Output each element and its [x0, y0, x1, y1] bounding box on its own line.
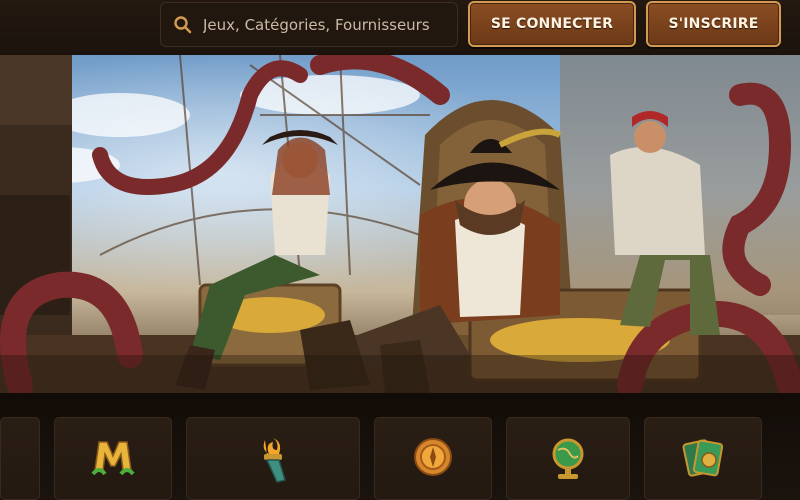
category-tile-cards[interactable]: [644, 417, 762, 500]
top-bar: SE CONNECTER S'INSCRIRE: [0, 0, 800, 54]
search-bar[interactable]: [160, 2, 458, 47]
category-tile-partial[interactable]: [0, 417, 40, 500]
pirate-scene-illustration: [0, 55, 800, 393]
category-tile-globe[interactable]: [506, 417, 630, 500]
search-icon: [174, 15, 192, 33]
search-input[interactable]: [201, 14, 455, 35]
category-tile-torch[interactable]: [186, 417, 360, 500]
coin-icon: [414, 438, 452, 476]
torch-icon: [263, 438, 286, 483]
login-button[interactable]: SE CONNECTER: [468, 1, 636, 47]
signup-button[interactable]: S'INSCRIRE: [646, 1, 781, 47]
category-tile-coin[interactable]: [374, 417, 492, 500]
globe-icon: [552, 438, 584, 479]
hero-banner[interactable]: [0, 55, 800, 393]
category-strip: [0, 393, 800, 500]
m-emblem-icon: [91, 441, 135, 476]
category-tile-m-emblem[interactable]: [54, 417, 172, 500]
cards-icon: [682, 439, 724, 477]
